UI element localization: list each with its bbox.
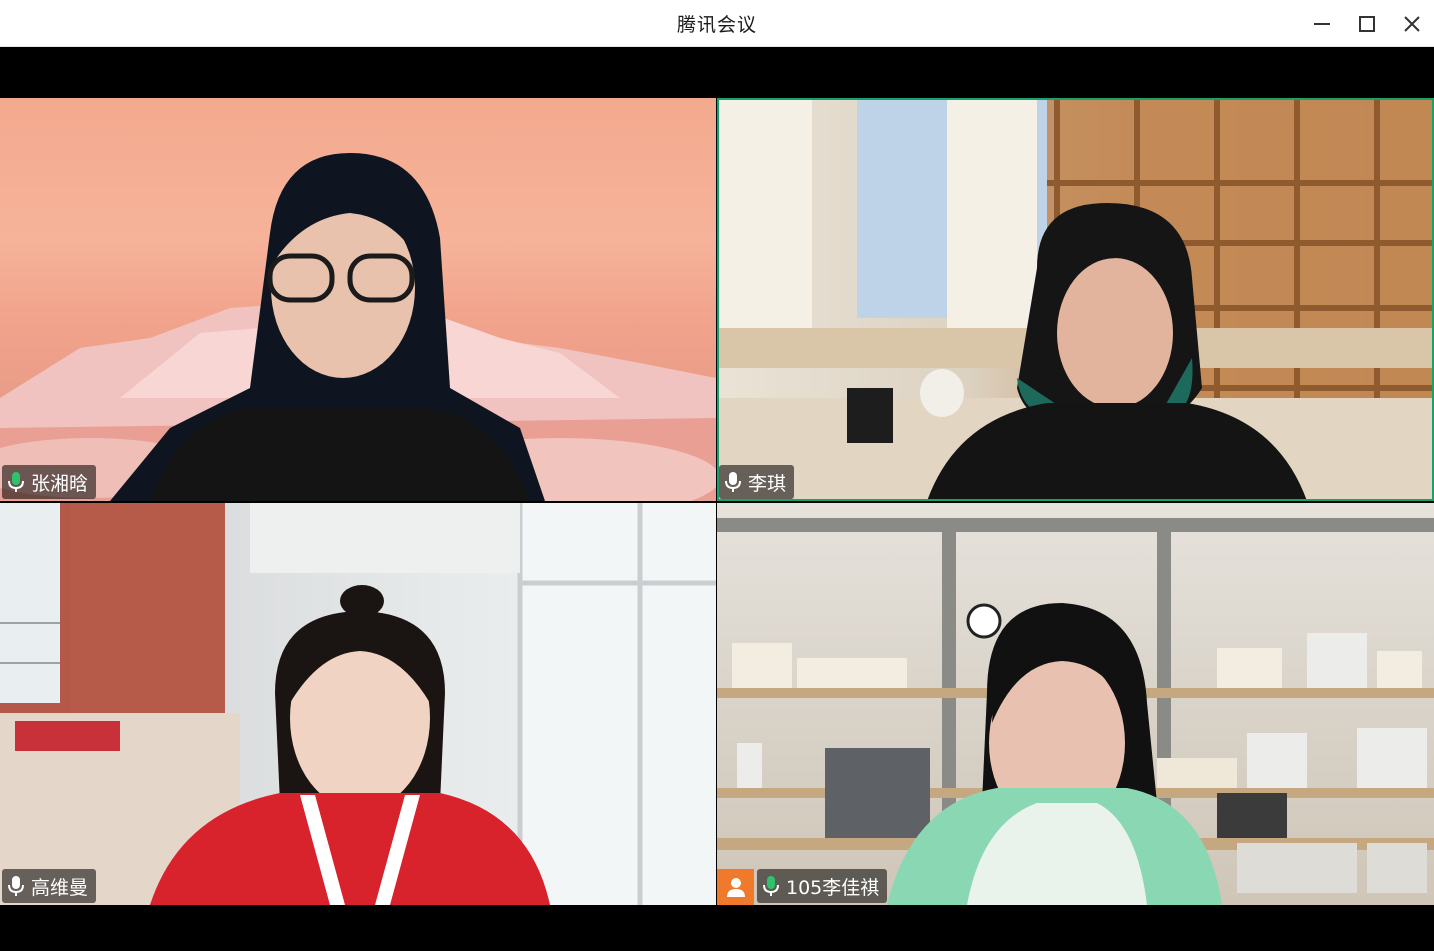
minimize-button[interactable]: [1299, 0, 1344, 47]
participant-name: 张湘晗: [31, 472, 89, 495]
participant-video-4: [887, 603, 1222, 905]
video-tile-3[interactable]: 高维曼: [0, 503, 716, 905]
title-bar: 腾讯会议: [0, 0, 1434, 47]
participant-name: 105李佳祺: [786, 876, 880, 899]
mic-on-icon: [763, 875, 779, 897]
participant-name: 李琪: [748, 472, 787, 495]
video-tile-1[interactable]: 张湘晗: [0, 98, 716, 501]
participant-video-1: [110, 153, 545, 501]
mic-on-icon: [8, 471, 24, 493]
participant-label: 张湘晗: [2, 465, 97, 499]
participant-label: 高维曼: [2, 869, 97, 903]
video-tile-2[interactable]: 李琪: [717, 98, 1434, 501]
window-controls: [1299, 0, 1434, 47]
minimize-icon: [1313, 22, 1330, 25]
participant-name: 高维曼: [31, 876, 89, 899]
participant-label: 李琪: [719, 465, 795, 499]
participant-video-3: [150, 585, 550, 905]
close-icon: [1403, 15, 1420, 32]
video-tile-4[interactable]: 105李佳祺: [717, 503, 1434, 905]
window-title: 腾讯会议: [676, 13, 757, 36]
close-button[interactable]: [1389, 0, 1434, 47]
mic-on-icon: [725, 471, 741, 493]
avatar: [717, 869, 754, 905]
participant-video-2: [927, 203, 1307, 501]
mic-on-icon: [8, 875, 24, 897]
person-icon: [726, 878, 745, 897]
participant-label: 105李佳祺: [757, 869, 888, 903]
maximize-icon: [1358, 15, 1375, 32]
maximize-button[interactable]: [1344, 0, 1389, 47]
